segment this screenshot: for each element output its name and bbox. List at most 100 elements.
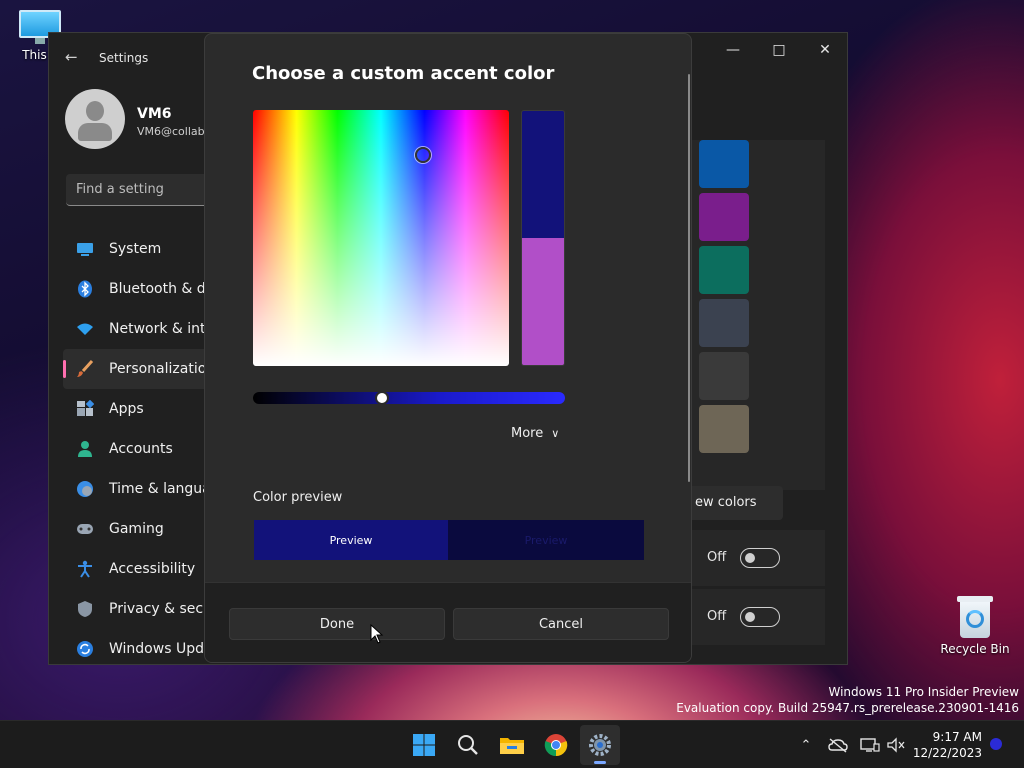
search-input[interactable]: Find a setting: [66, 174, 226, 206]
sidebar-item-label: Accessibility: [109, 561, 196, 577]
accent-color-swatch[interactable]: [699, 352, 749, 400]
accent-color-swatch[interactable]: [699, 193, 749, 241]
dialog-title: Choose a custom accent color: [252, 63, 555, 84]
more-label: More: [511, 426, 544, 441]
done-button[interactable]: Done: [229, 608, 445, 640]
watermark-line-1: Windows 11 Pro Insider Preview: [828, 685, 1019, 699]
spectrum-selector-handle[interactable]: [415, 147, 431, 163]
show-hidden-icons-button[interactable]: ⌃: [796, 721, 816, 768]
shield-icon: [75, 599, 95, 619]
sidebar-item-accessibility[interactable]: Accessibility: [63, 549, 223, 589]
wifi-icon: [75, 319, 95, 339]
sidebar-item-label: Personalization: [109, 361, 216, 377]
monitor-network-icon: [860, 738, 880, 752]
toggle-state-label: Off: [707, 609, 727, 624]
toggle-switch[interactable]: [740, 607, 780, 627]
settings-icon: [589, 734, 611, 756]
sidebar-item-time-language[interactable]: Time & languag: [63, 469, 223, 509]
start-button[interactable]: [404, 725, 444, 765]
taskbar: ⌃ 9:17 AM 12/22/2023: [0, 720, 1024, 768]
maximize-button[interactable]: □: [756, 33, 802, 67]
minimize-button[interactable]: —: [710, 33, 756, 67]
sidebar-nav: System Bluetooth & de Network & inte Per…: [63, 229, 223, 669]
new-color-swatch: [521, 110, 565, 238]
color-spectrum-picker[interactable]: [253, 110, 509, 366]
color-preview-label: Color preview: [253, 490, 343, 505]
display-status-button[interactable]: [858, 721, 882, 768]
chevron-up-icon: ⌃: [800, 737, 812, 753]
accent-color-swatch[interactable]: [699, 405, 749, 453]
globe-icon: [75, 479, 95, 499]
gamepad-icon: [75, 519, 95, 539]
app-title: Settings: [99, 51, 149, 65]
sidebar-item-personalization[interactable]: Personalization: [63, 349, 223, 389]
evaluation-watermark: Windows 11 Pro Insider Preview Evaluatio…: [676, 684, 1019, 716]
recycle-bin-label: Recycle Bin: [940, 642, 1010, 656]
toggle-state-label: Off: [707, 550, 727, 565]
recycle-bin-desktop-icon[interactable]: Recycle Bin: [935, 596, 1015, 656]
close-button[interactable]: ✕: [802, 33, 848, 67]
file-explorer-button[interactable]: [492, 725, 532, 765]
accent-color-swatch[interactable]: [699, 140, 749, 188]
sidebar-item-label: Privacy & secur: [109, 601, 218, 617]
sidebar-item-label: Accounts: [109, 441, 173, 457]
custom-accent-color-dialog: Choose a custom accent color More ∨ Color…: [204, 33, 692, 663]
sidebar-item-label: Windows Upda: [109, 641, 213, 657]
accent-color-swatch[interactable]: [699, 299, 749, 347]
preview-dark-tile: Preview: [448, 520, 644, 560]
sidebar-item-label: Gaming: [109, 521, 164, 537]
system-icon: [75, 239, 95, 259]
network-status-button[interactable]: [826, 721, 850, 768]
accessibility-icon: [75, 559, 95, 579]
accounts-icon: [75, 439, 95, 459]
profile-name: VM6: [137, 106, 172, 122]
brush-icon: [75, 359, 95, 379]
watermark-line-2: Evaluation copy. Build 25947.rs_prerelea…: [676, 701, 1019, 715]
volume-button[interactable]: [884, 721, 908, 768]
sidebar-item-label: Network & inte: [109, 321, 215, 337]
recycle-bin-icon: [957, 596, 993, 638]
clock-time: 9:17 AM: [932, 730, 982, 744]
sidebar-item-label: System: [109, 241, 162, 257]
previous-color-swatch: [521, 238, 565, 366]
scrollbar[interactable]: [688, 74, 690, 482]
taskbar-clock[interactable]: 9:17 AM 12/22/2023: [908, 729, 982, 761]
sidebar-item-label: Bluetooth & de: [109, 281, 215, 297]
back-arrow-icon[interactable]: ←: [65, 50, 81, 65]
sidebar-item-network[interactable]: Network & inte: [63, 309, 223, 349]
taskbar-search-button[interactable]: [448, 725, 488, 765]
more-button[interactable]: More ∨: [511, 426, 559, 441]
cloud-offline-icon: [828, 738, 848, 753]
sidebar-item-bluetooth[interactable]: Bluetooth & de: [63, 269, 223, 309]
maximize-icon: □: [772, 42, 786, 58]
chrome-icon: [544, 734, 568, 757]
sidebar-item-accounts[interactable]: Accounts: [63, 429, 223, 469]
chrome-button[interactable]: [536, 725, 576, 765]
preview-light-tile: Preview: [254, 520, 448, 560]
close-icon: ✕: [819, 42, 831, 58]
brightness-slider[interactable]: [253, 392, 565, 404]
sidebar-item-apps[interactable]: Apps: [63, 389, 223, 429]
sidebar-item-privacy[interactable]: Privacy & secur: [63, 589, 223, 629]
bluetooth-icon: [75, 279, 95, 299]
apps-icon: [75, 399, 95, 419]
profile-email: VM6@collab: [137, 125, 205, 138]
notification-badge[interactable]: [990, 738, 1002, 750]
settings-taskbar-button[interactable]: [580, 725, 620, 765]
cancel-button[interactable]: Cancel: [453, 608, 669, 640]
sidebar-item-system[interactable]: System: [63, 229, 223, 269]
avatar[interactable]: [65, 89, 125, 149]
sidebar-item-gaming[interactable]: Gaming: [63, 509, 223, 549]
sidebar-item-windows-update[interactable]: Windows Upda: [63, 629, 223, 669]
file-explorer-icon: [500, 738, 524, 754]
search-icon: [458, 735, 478, 755]
volume-muted-icon: [887, 737, 905, 753]
accent-color-swatch[interactable]: [699, 246, 749, 294]
minimize-icon: —: [726, 42, 740, 58]
brightness-slider-thumb[interactable]: [375, 391, 389, 405]
sidebar-item-label: Apps: [109, 401, 144, 417]
start-icon: [413, 734, 435, 756]
chevron-down-icon: ∨: [551, 427, 560, 440]
update-icon: [75, 639, 95, 659]
toggle-switch[interactable]: [740, 548, 780, 568]
